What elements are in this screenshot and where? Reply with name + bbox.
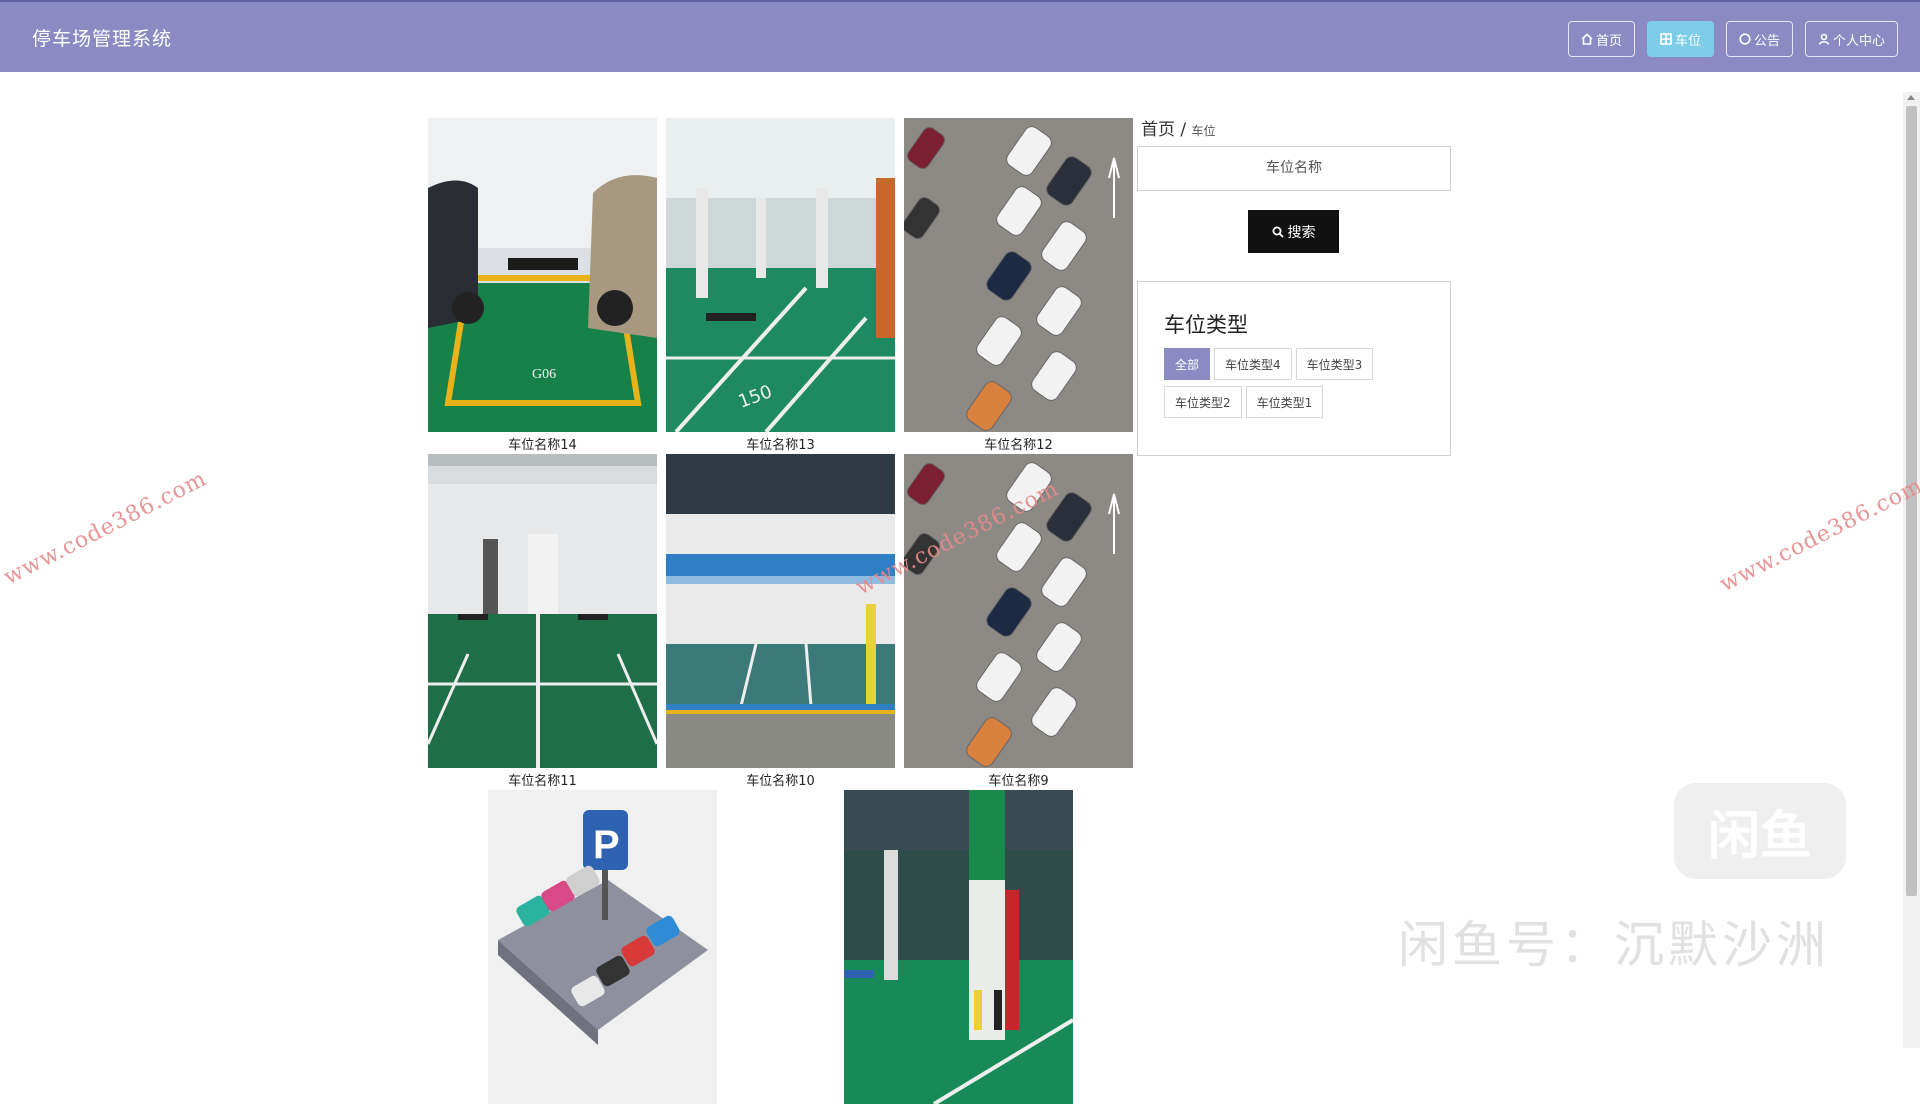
nav-profile-button[interactable]: 个人中心 (1804, 21, 1898, 57)
type-tag-3[interactable]: 车位类型3 (1295, 348, 1374, 380)
breadcrumb: 首页 / 车位 (1141, 115, 1216, 140)
parking-name[interactable]: 车位名称12 (904, 434, 1133, 453)
user-icon (1818, 33, 1830, 45)
svg-text:G06: G06 (532, 367, 556, 382)
parking-name[interactable]: 车位名称13 (666, 434, 895, 453)
parking-image[interactable]: G06 (428, 118, 657, 432)
breadcrumb-current: 车位 (1191, 124, 1216, 138)
scroll-up-icon[interactable] (1907, 95, 1915, 100)
search-input[interactable]: 车位名称 (1137, 146, 1451, 191)
parking-card[interactable]: G06 车位名称14 (428, 118, 657, 453)
parking-name[interactable]: 车位名称10 (666, 770, 895, 789)
main-nav: 首页 车位 公告 个人中心 (1567, 21, 1898, 57)
search-icon (1272, 226, 1284, 238)
nav-parking-button[interactable]: 车位 (1646, 21, 1714, 57)
parking-image[interactable] (428, 454, 657, 768)
type-tag-list: 全部 车位类型4 车位类型3 车位类型2 车位类型1 (1164, 348, 1434, 418)
svg-text:P: P (593, 823, 620, 867)
type-tag-all[interactable]: 全部 (1164, 348, 1211, 380)
parking-card[interactable]: 车位名称11 (428, 454, 657, 789)
chat-icon (1739, 33, 1751, 45)
app-id-watermark: 闲鱼号：沉默沙洲 (1398, 916, 1830, 974)
parking-card[interactable]: 车位名称10 (666, 454, 895, 789)
type-filter-panel: 车位类型 全部 车位类型4 车位类型3 车位类型2 车位类型1 (1137, 281, 1451, 456)
parking-name[interactable]: 车位名称14 (428, 434, 657, 453)
page-scrollbar[interactable] (1903, 92, 1920, 1048)
parking-card[interactable]: 车位名称12 (904, 118, 1133, 453)
type-filter-title: 车位类型 (1164, 313, 1248, 337)
type-tag-2[interactable]: 车位类型2 (1164, 386, 1242, 418)
parking-image[interactable]: 150 (666, 118, 895, 432)
search-button[interactable]: 搜索 (1248, 210, 1339, 253)
home-icon (1581, 33, 1593, 45)
nav-home-button[interactable]: 首页 (1567, 21, 1635, 57)
breadcrumb-separator: / (1180, 120, 1187, 140)
grid-icon (1660, 33, 1672, 45)
parking-name[interactable]: 车位名称11 (428, 770, 657, 789)
parking-name[interactable]: 车位名称9 (904, 770, 1133, 789)
parking-image[interactable] (844, 790, 1073, 1104)
parking-image[interactable] (666, 454, 895, 768)
type-tag-1[interactable]: 车位类型1 (1245, 386, 1324, 418)
parking-card[interactable]: 150 车位名称13 (666, 118, 895, 453)
brand-title[interactable]: 停车场管理系统 (32, 24, 172, 51)
breadcrumb-home[interactable]: 首页 (1141, 120, 1175, 140)
parking-image[interactable] (904, 118, 1133, 432)
type-tag-4[interactable]: 车位类型4 (1214, 348, 1292, 380)
parking-card[interactable] (844, 790, 1073, 1104)
nav-notice-button[interactable]: 公告 (1725, 21, 1793, 57)
site-watermark: www.code386.com (0, 466, 211, 591)
top-navbar: 停车场管理系统 首页 车位 公告 个人中心 (0, 0, 1920, 72)
parking-card[interactable]: P (488, 790, 717, 1104)
parking-image[interactable]: P (488, 790, 717, 1104)
site-watermark: www.code386.com (1716, 473, 1920, 598)
app-logo-watermark: 闲鱼 (1674, 783, 1846, 879)
